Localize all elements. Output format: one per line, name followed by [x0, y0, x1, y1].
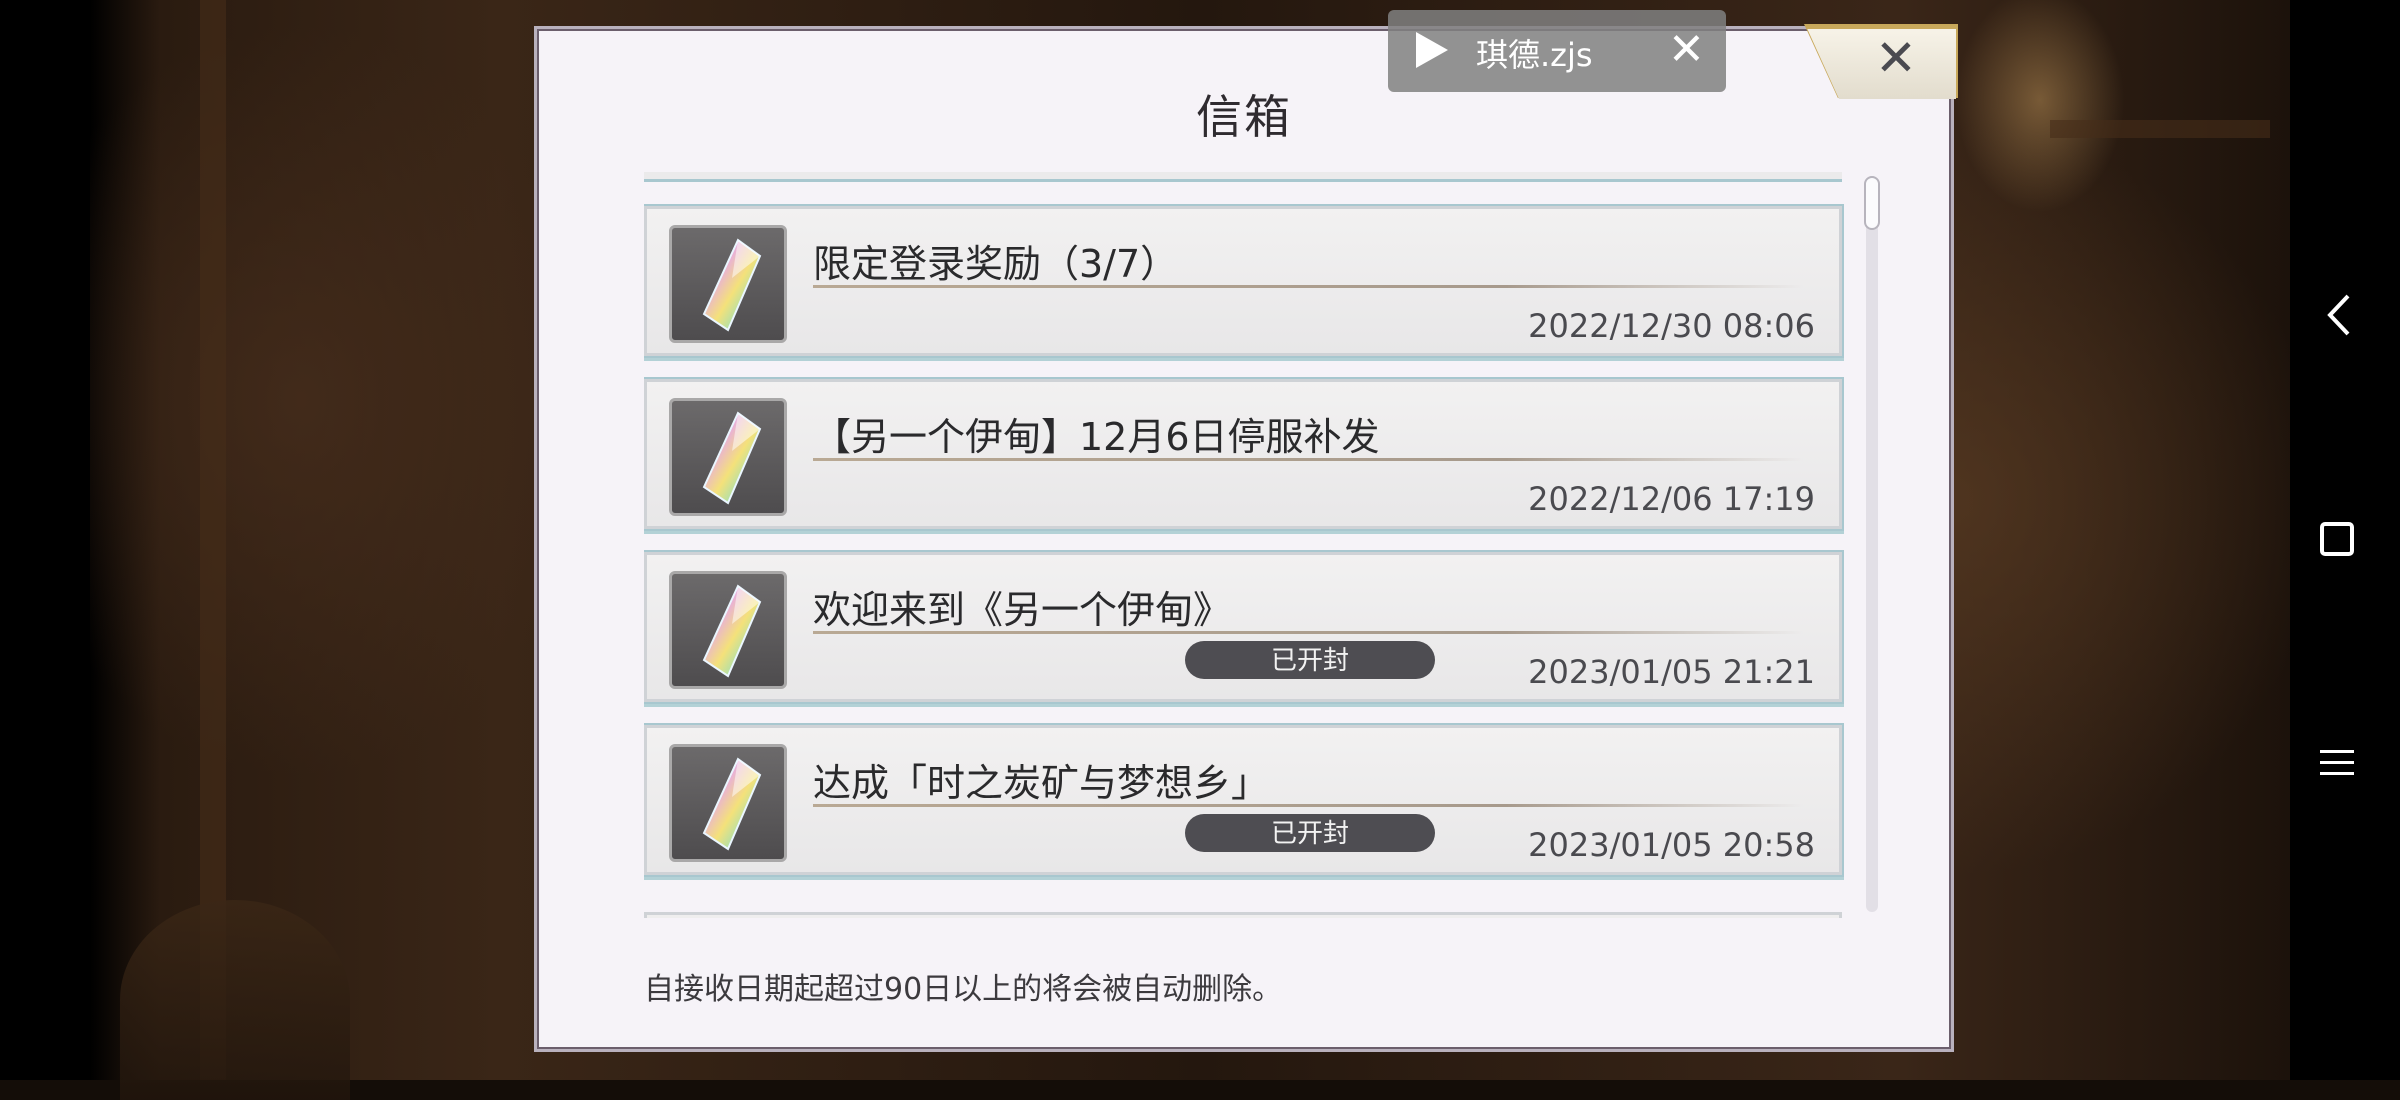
mail-date: 2022/12/30 08:06 [1528, 307, 1815, 345]
mail-item[interactable]: 欢迎来到《另一个伊甸》 已开封 2023/01/05 21:21 [644, 552, 1842, 702]
scrollbar-track[interactable] [1866, 176, 1878, 912]
rainbow-crystal-icon [702, 757, 762, 851]
script-name: 琪德.zjs [1476, 36, 1593, 74]
scrollbar-thumb[interactable] [1864, 176, 1880, 230]
rainbow-crystal-icon [702, 238, 762, 332]
wood-beam [2050, 120, 2270, 138]
opened-badge: 已开封 [1185, 814, 1435, 852]
title-underline [813, 804, 1803, 807]
mail-item[interactable]: 达成「时之炭矿与梦想乡」 已开封 2023/01/05 20:58 [644, 725, 1842, 875]
mail-item[interactable]: 限定登录奖励（3/7） 2022/12/30 08:06 [644, 206, 1842, 356]
script-overlay[interactable]: 琪德.zjs ✕ [1388, 10, 1726, 92]
mail-date: 2023/01/05 20:58 [1528, 826, 1815, 864]
left-black-bar [0, 0, 90, 1080]
mail-title: 欢迎来到《另一个伊甸》 [813, 588, 1232, 632]
mail-icon-frame [669, 398, 787, 516]
mail-date: 2022/12/06 17:19 [1528, 480, 1815, 518]
mail-title: 【另一个伊甸】12月6日停服补发 [813, 415, 1380, 459]
rainbow-crystal-icon [702, 411, 762, 505]
title-underline [813, 631, 1803, 634]
mail-title: 限定登录奖励（3/7） [813, 242, 1179, 286]
list-item-partial [644, 912, 1842, 918]
mail-title: 达成「时之炭矿与梦想乡」 [813, 761, 1270, 805]
mail-date: 2023/01/05 21:21 [1528, 653, 1815, 691]
back-icon[interactable] [2320, 290, 2360, 340]
play-icon[interactable] [1412, 28, 1452, 72]
rainbow-crystal-icon [702, 584, 762, 678]
opened-badge: 已开封 [1185, 641, 1435, 679]
title-underline [813, 285, 1803, 288]
close-icon[interactable]: ✕ [1668, 22, 1705, 78]
mail-icon-frame [669, 571, 787, 689]
auto-delete-notice: 自接收日期起超过90日以上的将会被自动删除。 [644, 972, 1283, 1007]
dialog-title: 信箱 [1196, 90, 1292, 144]
menu-icon[interactable] [2318, 748, 2356, 778]
mail-list[interactable]: 限定登录奖励（3/7） 2022/12/30 08:06 【另一个伊甸】12月6… [644, 172, 1844, 918]
mail-item[interactable]: 【另一个伊甸】12月6日停服补发 2022/12/06 17:19 [644, 379, 1842, 529]
home-icon[interactable] [2320, 522, 2354, 556]
title-underline [813, 458, 1803, 461]
mail-icon-frame [669, 225, 787, 343]
close-icon[interactable]: ✕ [1868, 30, 1924, 86]
mail-icon-frame [669, 744, 787, 862]
list-item-partial [644, 172, 1842, 182]
barrel [120, 900, 350, 1100]
